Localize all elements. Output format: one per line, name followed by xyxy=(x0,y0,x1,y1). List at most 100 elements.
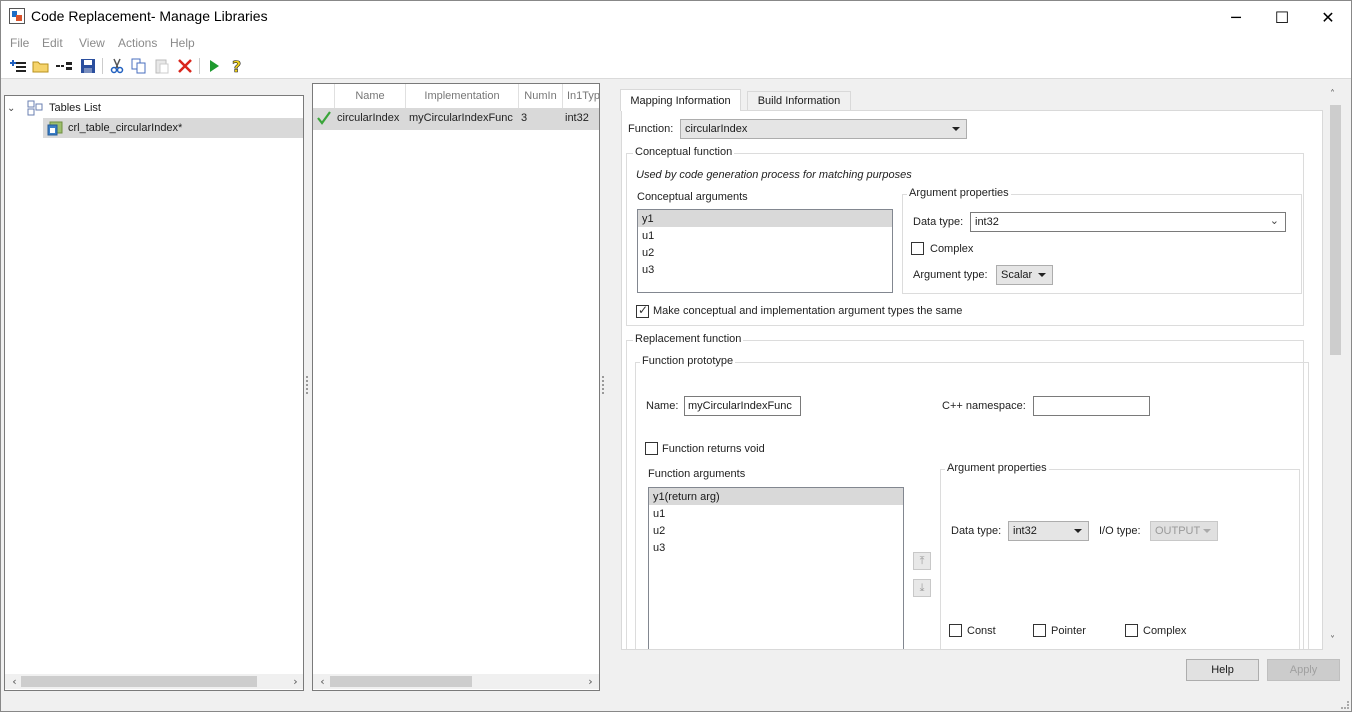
help-button[interactable]: ? xyxy=(229,57,247,75)
arrow-up-icon: ⤒ xyxy=(919,554,925,567)
cpp-namespace-input[interactable] xyxy=(1033,396,1150,416)
list-item[interactable]: u2 xyxy=(638,244,892,261)
conceptual-complex-checkbox[interactable] xyxy=(911,242,924,255)
close-button[interactable]: ✕ xyxy=(1305,1,1351,33)
function-dropdown[interactable]: circularIndex xyxy=(680,119,967,139)
run-button[interactable] xyxy=(205,57,223,75)
returns-void-label: Function returns void xyxy=(662,443,765,455)
column-header-implementation[interactable]: Implementation xyxy=(406,84,519,108)
toolbar-separator xyxy=(102,58,103,74)
scroll-right-icon[interactable]: › xyxy=(288,674,303,689)
data-type-label: Data type: xyxy=(913,216,964,228)
list-item[interactable]: u1 xyxy=(638,227,892,244)
scroll-right-icon[interactable]: › xyxy=(583,674,598,689)
help-dialog-button[interactable]: Help xyxy=(1186,659,1259,681)
menu-actions[interactable]: Actions xyxy=(118,36,157,50)
conceptual-arguments-list[interactable]: y1 u1 u2 u3 xyxy=(637,209,893,293)
new-entry-button[interactable] xyxy=(55,57,73,75)
function-arguments-list[interactable]: y1(return arg) u1 u2 u3 xyxy=(648,487,904,649)
argument-type-value: Scalar xyxy=(1001,269,1033,281)
menu-help[interactable]: Help xyxy=(170,36,195,50)
pointer-checkbox[interactable] xyxy=(1033,624,1046,637)
menu-file[interactable]: File xyxy=(10,36,29,50)
paste-button[interactable] xyxy=(153,57,171,75)
splitter-handle[interactable] xyxy=(306,376,309,394)
column-header-in1type[interactable]: In1Typ xyxy=(563,84,601,108)
conceptual-data-type-dropdown[interactable]: int32 ⌄ xyxy=(970,212,1286,232)
list-item[interactable]: u2 xyxy=(649,522,903,539)
list-item[interactable]: u3 xyxy=(638,261,892,278)
table-file-icon xyxy=(47,121,63,136)
list-item[interactable]: y1(return arg) xyxy=(649,488,903,505)
data-type-value: int32 xyxy=(975,216,999,228)
dropdown-arrow-icon xyxy=(1038,273,1046,277)
valid-check-icon xyxy=(317,111,331,125)
scroll-left-icon[interactable]: ‹ xyxy=(315,674,330,689)
tree-item-table[interactable]: crl_table_circularIndex* xyxy=(43,118,303,138)
menu-edit[interactable]: Edit xyxy=(42,36,63,50)
cpp-namespace-label: C++ namespace: xyxy=(942,400,1026,412)
tab-mapping-information[interactable]: Mapping Information xyxy=(620,89,741,111)
scrollbar-thumb[interactable] xyxy=(1330,105,1341,355)
move-down-button[interactable]: ⤓ xyxy=(913,579,931,597)
cell-numin: 3 xyxy=(521,112,528,124)
column-header-name[interactable]: Name xyxy=(335,84,406,108)
tab-build-information[interactable]: Build Information xyxy=(747,91,851,110)
pointer-label: Pointer xyxy=(1051,625,1086,637)
column-header-status[interactable] xyxy=(313,84,335,108)
table-horizontal-scrollbar[interactable]: ‹ › xyxy=(313,674,599,689)
toolbar: ? xyxy=(1,53,1351,79)
argument-type-dropdown[interactable]: Scalar xyxy=(996,265,1053,285)
tree-item-label: crl_table_circularIndex* xyxy=(68,122,183,134)
new-table-button[interactable] xyxy=(10,57,28,75)
entries-table-panel: Name Implementation NumIn In1Typ circula… xyxy=(312,83,600,691)
const-checkbox[interactable] xyxy=(949,624,962,637)
scrollbar-thumb[interactable] xyxy=(21,676,257,687)
toolbar-separator xyxy=(199,58,200,74)
io-type-dropdown[interactable]: OUTPUT xyxy=(1150,521,1218,541)
scroll-left-icon[interactable]: ‹ xyxy=(7,674,22,689)
scroll-down-icon[interactable]: ˅ xyxy=(1330,635,1335,646)
table-row[interactable]: circularIndex myCircularIndexFunc 3 int3… xyxy=(313,108,599,130)
new-entry-icon xyxy=(56,62,72,70)
function-name-input[interactable]: myCircularIndexFunc xyxy=(684,396,801,416)
list-item[interactable]: y1 xyxy=(638,210,892,227)
function-data-type-dropdown[interactable]: int32 xyxy=(1008,521,1089,541)
copy-button[interactable] xyxy=(130,57,148,75)
replacement-function-group: Replacement function Function prototype … xyxy=(626,333,1309,649)
save-button[interactable] xyxy=(79,57,97,75)
content-vertical-scrollbar[interactable]: ˄ ˅ xyxy=(1327,87,1344,651)
cut-button[interactable] xyxy=(108,57,126,75)
complex-label: Complex xyxy=(1143,625,1187,637)
splitter-handle[interactable] xyxy=(602,376,605,394)
name-label: Name: xyxy=(646,400,679,412)
data-type-label: Data type: xyxy=(951,525,1002,537)
minimize-button[interactable]: ─ xyxy=(1213,1,1259,33)
menu-view[interactable]: View xyxy=(79,36,105,50)
chevron-down-icon[interactable]: ⌄ xyxy=(7,103,21,114)
apply-button[interactable]: Apply xyxy=(1267,659,1340,681)
list-item[interactable]: u1 xyxy=(649,505,903,522)
delete-button[interactable] xyxy=(176,57,194,75)
tree-root-tables-list[interactable]: ⌄ Tables List xyxy=(7,98,101,118)
io-type-value: OUTPUT xyxy=(1155,525,1201,537)
menu-bar: File Edit View Actions Help xyxy=(1,33,1351,53)
scroll-up-icon[interactable]: ˄ xyxy=(1330,89,1335,100)
conceptual-function-group: Conceptual function Used by code generat… xyxy=(626,146,1304,326)
tree-horizontal-scrollbar[interactable]: ‹ › xyxy=(5,674,303,689)
paste-icon xyxy=(155,59,169,74)
run-icon xyxy=(210,60,219,72)
function-complex-checkbox[interactable] xyxy=(1125,624,1138,637)
delete-icon xyxy=(178,59,192,73)
move-up-button[interactable]: ⤒ xyxy=(913,552,931,570)
maximize-button[interactable]: ☐ xyxy=(1259,1,1305,33)
dropdown-arrow-icon xyxy=(1203,529,1211,533)
list-item[interactable]: u3 xyxy=(649,539,903,556)
function-arguments-label: Function arguments xyxy=(648,468,746,480)
scrollbar-thumb[interactable] xyxy=(330,676,472,687)
resize-grip[interactable] xyxy=(1341,701,1349,709)
same-types-checkbox[interactable] xyxy=(636,303,649,318)
open-button[interactable] xyxy=(32,57,50,75)
returns-void-checkbox[interactable] xyxy=(645,442,658,455)
column-header-numin[interactable]: NumIn xyxy=(519,84,563,108)
